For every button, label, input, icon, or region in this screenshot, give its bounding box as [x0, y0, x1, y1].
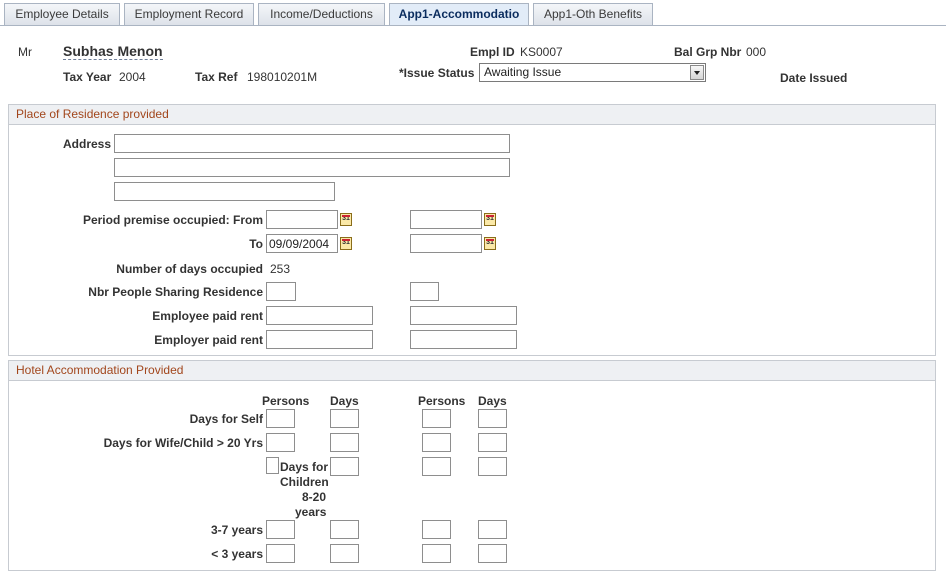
children-days2-input[interactable] — [478, 457, 507, 476]
self-persons-input[interactable] — [266, 409, 295, 428]
tab-label: Employment Record — [134, 7, 244, 21]
self-days-input[interactable] — [330, 409, 359, 428]
address-line1-input[interactable] — [114, 134, 510, 153]
empl-id-label: Empl ID — [470, 45, 515, 59]
tab-label: App1-Oth Benefits — [543, 7, 643, 21]
under-3-label: < 3 years — [211, 547, 263, 561]
hotel-section — [8, 360, 936, 571]
employee-name[interactable]: Subhas Menon — [63, 43, 163, 60]
wife-persons-input[interactable] — [266, 433, 295, 452]
people-sharing-label: Nbr People Sharing Residence — [88, 285, 263, 299]
persons-header: Persons — [262, 394, 310, 408]
age-3-7-days2-input[interactable] — [478, 520, 507, 539]
address-label: Address — [63, 137, 112, 151]
children-label-line1: Days for — [280, 460, 329, 474]
tax-ref-label: Tax Ref — [195, 70, 238, 84]
wife-days-input[interactable] — [330, 433, 359, 452]
children-days-input[interactable] — [330, 457, 359, 476]
age-3-7-persons2-input[interactable] — [422, 520, 451, 539]
people-sharing2-input[interactable] — [410, 282, 439, 301]
age-3-7-persons-input[interactable] — [266, 520, 295, 539]
issue-status-select[interactable]: Awaiting Issue — [479, 63, 706, 82]
calendar-icon[interactable]: 31 — [340, 237, 352, 250]
self-persons2-input[interactable] — [422, 409, 451, 428]
employee-rent-label: Employee paid rent — [152, 309, 263, 323]
persons-header-2: Persons — [418, 394, 466, 408]
children-persons-input[interactable] — [266, 457, 279, 474]
period-from-date-input[interactable] — [266, 210, 338, 229]
issue-status-label: *Issue Status — [399, 66, 475, 80]
days-occupied-label: Number of days occupied — [116, 262, 263, 276]
tab-income-deductions[interactable]: Income/Deductions — [258, 3, 385, 25]
empl-id-value: KS0007 — [520, 45, 563, 59]
address-line2-input[interactable] — [114, 158, 510, 177]
age-3-7-days-input[interactable] — [330, 520, 359, 539]
tab-label: Income/Deductions — [270, 7, 373, 21]
age-3-7-label: 3-7 years — [210, 523, 263, 537]
children-label-line2: Children — [280, 475, 329, 489]
residence-section-title: Place of Residence provided — [8, 104, 936, 125]
calendar-icon[interactable]: 31 — [340, 213, 352, 226]
tax-year-value: 2004 — [119, 70, 146, 84]
tab-label: App1-Accommodatio — [398, 7, 520, 21]
tab-app1-oth-benefits[interactable]: App1-Oth Benefits — [533, 3, 653, 25]
employer-rent-input[interactable] — [266, 330, 373, 349]
wife-persons2-input[interactable] — [422, 433, 451, 452]
employer-rent2-input[interactable] — [410, 330, 517, 349]
people-sharing-input[interactable] — [266, 282, 296, 301]
period-from-date2-input[interactable] — [410, 210, 482, 229]
period-to-date2-input[interactable] — [410, 234, 482, 253]
days-occupied-value: 253 — [270, 262, 291, 276]
calendar-icon[interactable]: 31 — [484, 213, 496, 226]
under-3-persons2-input[interactable] — [422, 544, 451, 563]
chevron-down-icon[interactable] — [690, 65, 704, 80]
issue-status-value: Awaiting Issue — [484, 65, 562, 79]
tax-year-label: Tax Year — [63, 70, 112, 84]
under-3-persons-input[interactable] — [266, 544, 295, 563]
date-issued-label: Date Issued — [780, 71, 848, 85]
employer-rent-label: Employer paid rent — [154, 333, 263, 347]
under-3-days-input[interactable] — [330, 544, 359, 563]
children-label-line4: years — [295, 505, 327, 519]
children-persons2-input[interactable] — [422, 457, 451, 476]
period-to-date-input[interactable] — [266, 234, 338, 253]
period-from-label: Period premise occupied: From — [82, 213, 263, 227]
address-line3-input[interactable] — [114, 182, 335, 201]
wife-days2-input[interactable] — [478, 433, 507, 452]
self-days2-input[interactable] — [478, 409, 507, 428]
tab-label: Employee Details — [15, 7, 109, 21]
employee-rent2-input[interactable] — [410, 306, 517, 325]
calendar-icon[interactable]: 31 — [484, 237, 496, 250]
tab-underline — [0, 25, 946, 26]
employee-rent-input[interactable] — [266, 306, 373, 325]
tab-app1-accommodation[interactable]: App1-Accommodatio — [389, 3, 529, 26]
period-to-label: To — [249, 237, 263, 251]
days-header-2: Days — [478, 394, 507, 408]
days-wife-label: Days for Wife/Child > 20 Yrs — [103, 436, 263, 450]
bal-grp-value: 000 — [746, 45, 767, 59]
tax-ref-value: 198010201M — [247, 70, 318, 84]
under-3-days2-input[interactable] — [478, 544, 507, 563]
days-header: Days — [330, 394, 359, 408]
tab-employment-record[interactable]: Employment Record — [124, 3, 254, 25]
salutation: Mr — [18, 45, 32, 59]
tab-employee-details[interactable]: Employee Details — [4, 3, 120, 25]
children-label-line3: 8-20 — [302, 490, 327, 504]
hotel-section-title: Hotel Accommodation Provided — [8, 360, 936, 381]
bal-grp-label: Bal Grp Nbr — [674, 45, 742, 59]
days-self-label: Days for Self — [189, 412, 263, 426]
